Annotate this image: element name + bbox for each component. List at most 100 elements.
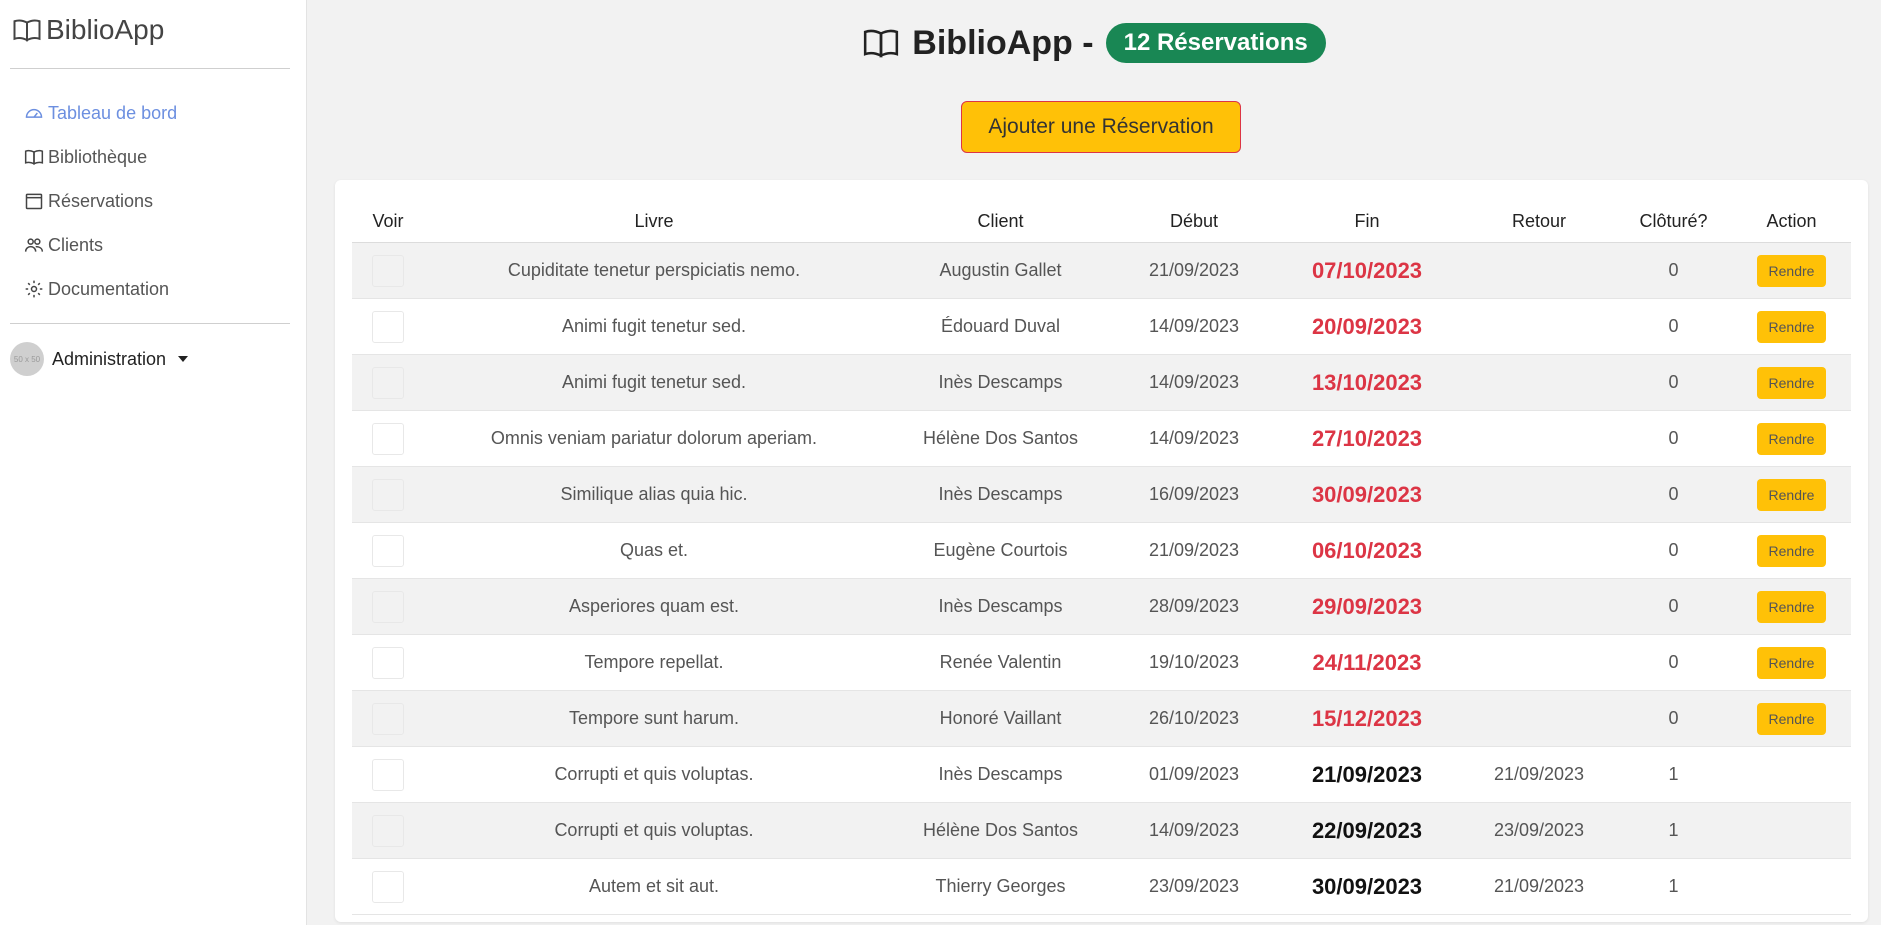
cell-fin: 27/10/2023 xyxy=(1271,410,1463,467)
cell-livre: Animi fugit tenetur sed. xyxy=(424,298,884,355)
cell-cloture: 0 xyxy=(1615,242,1732,299)
rendre-button[interactable]: Rendre xyxy=(1756,478,1827,511)
rendre-button[interactable]: Rendre xyxy=(1756,702,1827,735)
rendre-button[interactable]: Rendre xyxy=(1756,366,1827,399)
rendre-button[interactable]: Rendre xyxy=(1756,310,1827,343)
cell-livre: Quas et. xyxy=(424,522,884,579)
cell-cloture: 1 xyxy=(1615,802,1732,859)
view-thumbnail[interactable] xyxy=(372,254,404,287)
cell-fin: 13/10/2023 xyxy=(1271,354,1463,411)
cell-client: Hélène Dos Santos xyxy=(884,802,1117,859)
table-row: Autem et sit aut. Thierry Georges 23/09/20… xyxy=(352,858,1851,915)
cell-client: Augustin Gallet xyxy=(884,242,1117,299)
cell-livre: Omnis veniam pariatur dolorum aperiam. xyxy=(424,410,884,467)
view-thumbnail[interactable] xyxy=(372,814,404,847)
cell-retour xyxy=(1463,578,1615,635)
cell-debut: 19/10/2023 xyxy=(1117,634,1271,691)
gear-icon xyxy=(25,280,43,298)
cell-action: Rendre xyxy=(1732,522,1851,579)
cell-fin: 15/12/2023 xyxy=(1271,690,1463,747)
view-thumbnail[interactable] xyxy=(372,422,404,455)
rendre-button[interactable]: Rendre xyxy=(1756,646,1827,679)
book-icon xyxy=(24,149,44,165)
sidebar-item-label: Tableau de bord xyxy=(48,102,178,123)
sidebar-item-reservations[interactable]: Réservations xyxy=(24,179,177,223)
column-header: Livre xyxy=(424,200,884,243)
cell-fin: 30/09/2023 xyxy=(1271,466,1463,523)
cell-cloture: 0 xyxy=(1615,410,1732,467)
rendre-button[interactable]: Rendre xyxy=(1756,254,1827,287)
cell-livre: Corrupti et quis voluptas. xyxy=(424,746,884,803)
users-icon xyxy=(24,238,44,252)
cell-voir xyxy=(352,354,424,411)
view-thumbnail[interactable] xyxy=(372,366,404,399)
brand[interactable]: BiblioApp xyxy=(12,14,164,46)
cell-retour xyxy=(1463,410,1615,467)
cell-livre: Tempore sunt harum. xyxy=(424,690,884,747)
cell-cloture: 0 xyxy=(1615,354,1732,411)
cell-livre: Corrupti et quis voluptas. xyxy=(424,802,884,859)
cell-livre: Cupiditate tenetur perspiciatis nemo. xyxy=(424,242,884,299)
view-thumbnail[interactable] xyxy=(372,534,404,567)
table-row: Corrupti et quis voluptas. Hélène Dos San… xyxy=(352,802,1851,859)
rendre-button[interactable]: Rendre xyxy=(1756,422,1827,455)
table-row: Tempore sunt harum. Honoré Vaillant 26/10/… xyxy=(352,690,1851,747)
table-row: Tempore repellat. Renée Valentin 19/10/202… xyxy=(352,634,1851,691)
cell-debut: 26/10/2023 xyxy=(1117,690,1271,747)
view-thumbnail[interactable] xyxy=(372,590,404,623)
cell-client: Inès Descamps xyxy=(884,354,1117,411)
sidebar-item-label: Clients xyxy=(48,234,104,255)
table-row: Similique alias quia hic. Inès Descamps 16… xyxy=(352,466,1851,523)
column-header: Début xyxy=(1117,200,1271,243)
brand-name: BiblioApp xyxy=(46,14,165,45)
view-thumbnail[interactable] xyxy=(372,758,404,791)
sidebar-item-documentation[interactable]: Documentation xyxy=(24,267,177,311)
view-thumbnail[interactable] xyxy=(372,870,404,903)
cell-client: Renée Valentin xyxy=(884,634,1117,691)
sidebar-item-bibliotheque[interactable]: Bibliothèque xyxy=(24,135,177,179)
cell-debut: 21/09/2023 xyxy=(1117,522,1271,579)
cell-cloture: 0 xyxy=(1615,298,1732,355)
cell-livre: Asperiores quam est. xyxy=(424,578,884,635)
chevron-down-icon xyxy=(178,356,189,362)
cell-voir xyxy=(352,522,424,579)
column-header: Retour xyxy=(1463,200,1615,243)
divider xyxy=(10,68,290,69)
cell-action: Rendre xyxy=(1732,578,1851,635)
sidebar-item-clients[interactable]: Clients xyxy=(24,223,177,267)
cell-debut: 14/09/2023 xyxy=(1117,354,1271,411)
sidebar-item-dashboard[interactable]: Tableau de bord xyxy=(24,91,177,135)
cell-retour xyxy=(1463,354,1615,411)
calendar-icon xyxy=(25,193,43,210)
view-thumbnail[interactable] xyxy=(372,310,404,343)
view-thumbnail[interactable] xyxy=(372,702,404,735)
reservations-table: Voir Livre Client Début Fin Retour Clôtu… xyxy=(352,200,1851,915)
cell-fin: 22/09/2023 xyxy=(1271,802,1463,859)
rendre-button[interactable]: Rendre xyxy=(1756,590,1827,623)
cell-voir xyxy=(352,298,424,355)
cell-debut: 23/09/2023 xyxy=(1117,858,1271,915)
cell-fin: 07/10/2023 xyxy=(1271,242,1463,299)
cell-retour xyxy=(1463,522,1615,579)
table-row: Quas et. Eugène Courtois 21/09/2023 06/10/2… xyxy=(352,522,1851,579)
cell-retour: 21/09/2023 xyxy=(1463,858,1615,915)
view-thumbnail[interactable] xyxy=(372,646,404,679)
cell-client: Eugène Courtois xyxy=(884,522,1117,579)
cell-cloture: 0 xyxy=(1615,690,1732,747)
sidebar: BiblioApp Tableau de bord Bibliothèque R… xyxy=(0,0,307,925)
admin-label: Administration xyxy=(52,348,167,369)
cell-client: Thierry Georges xyxy=(884,858,1117,915)
cell-livre: Animi fugit tenetur sed. xyxy=(424,354,884,411)
cell-voir xyxy=(352,578,424,635)
cell-cloture: 1 xyxy=(1615,858,1732,915)
admin-dropdown[interactable]: 50 x 50 Administration xyxy=(10,342,189,376)
column-header: Voir xyxy=(352,200,424,243)
column-header: Fin xyxy=(1271,200,1463,243)
rendre-button[interactable]: Rendre xyxy=(1756,534,1827,567)
view-thumbnail[interactable] xyxy=(372,478,404,511)
cell-retour: 23/09/2023 xyxy=(1463,802,1615,859)
cell-fin: 21/09/2023 xyxy=(1271,746,1463,803)
add-reservation-button[interactable]: Ajouter une Réservation xyxy=(961,101,1241,153)
book-icon xyxy=(13,19,41,42)
book-icon xyxy=(864,29,899,58)
